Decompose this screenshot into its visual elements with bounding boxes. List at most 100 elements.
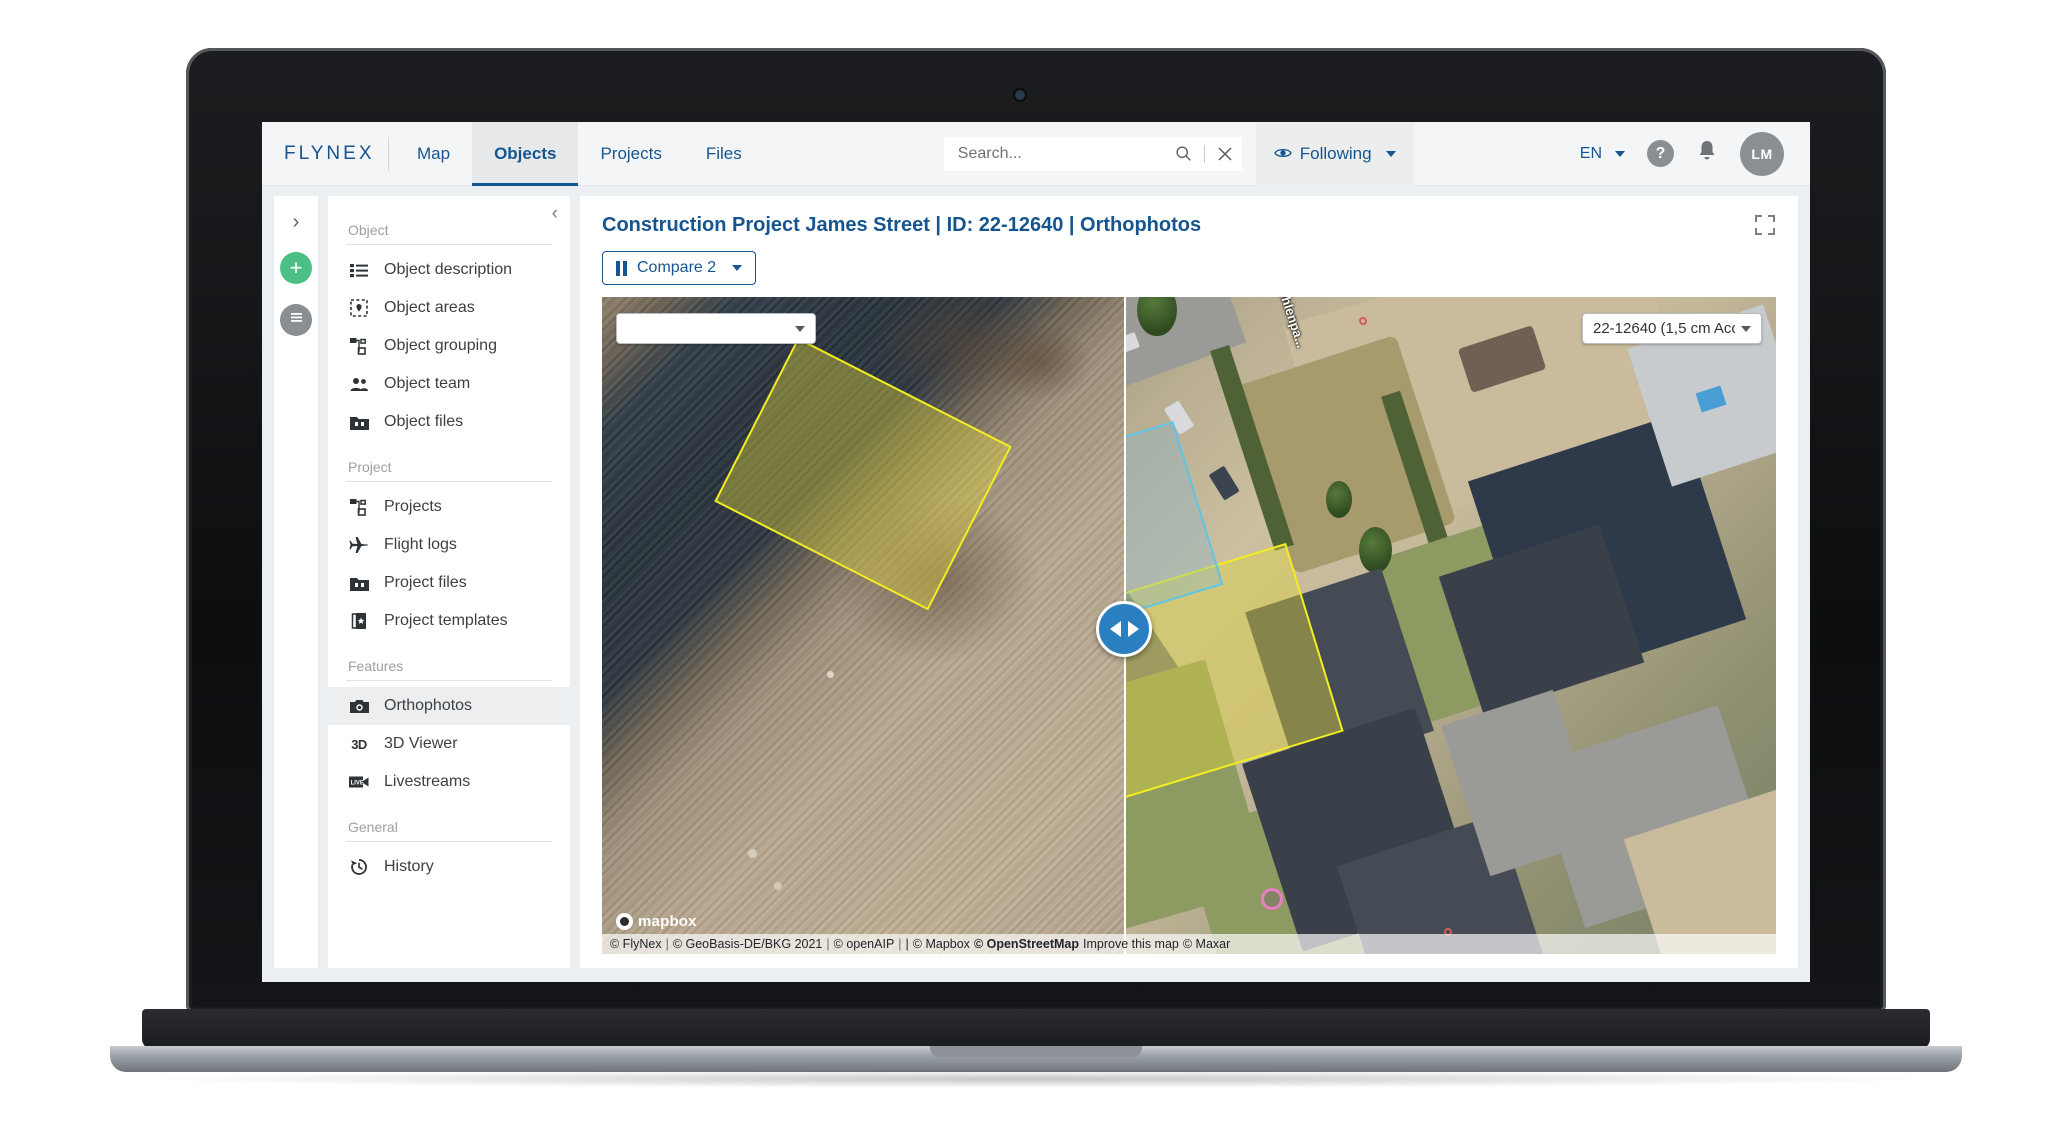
app-body: › + ‹ Object Object description Object a…: [262, 186, 1810, 982]
left-rail: › +: [274, 196, 318, 968]
template-star-icon: [348, 611, 370, 631]
nav-group-rule: [346, 680, 552, 681]
plus-icon: +: [289, 255, 303, 280]
sidebar-item-object-description[interactable]: Object description: [328, 251, 570, 289]
compare-button[interactable]: Compare 2: [602, 251, 757, 285]
attribution-maxar: Improve this map: [1083, 937, 1179, 951]
sidebar-item-3d-viewer[interactable]: 3D 3D Viewer: [328, 725, 570, 763]
nav-group-rule: [346, 244, 552, 245]
search-divider: [1203, 144, 1205, 163]
fullscreen-icon[interactable]: [1754, 214, 1776, 236]
language-label: EN: [1579, 144, 1602, 162]
mapbox-mark-icon: [616, 913, 633, 930]
following-filter[interactable]: Following: [1255, 122, 1414, 186]
sidebar-item-orthophotos[interactable]: Orthophotos: [328, 687, 570, 725]
close-icon[interactable]: [1214, 143, 1236, 165]
orthophoto-compare-map[interactable]: mapbox Mühlenpa... 22-12640 (1,5 cm Ac ©…: [602, 297, 1776, 954]
tab-projects[interactable]: Projects: [578, 122, 683, 186]
hierarchy-icon: [348, 497, 370, 517]
attribution-pipe: |: [665, 937, 669, 951]
folder-icon: [348, 412, 370, 432]
main-nav-tabs: Map Objects Projects Files: [395, 122, 764, 186]
sidebar-item-object-areas[interactable]: Object areas: [328, 289, 570, 327]
laptop-mockup: FLYNEX Map Objects Projects Files Search…: [0, 0, 2052, 1137]
chevron-down-icon: [1385, 150, 1396, 157]
nav-group-title-object: Object: [348, 222, 389, 238]
chevron-left-icon[interactable]: ‹: [552, 204, 558, 223]
right-layer-select[interactable]: 22-12640 (1,5 cm Accur...: [1582, 313, 1762, 344]
sidebar-item-flight-logs[interactable]: Flight logs: [328, 526, 570, 564]
dirt-patch: [988, 323, 1094, 403]
laptop-shadow: [150, 1070, 1920, 1088]
attribution-improve-this-map[interactable]: © OpenStreetMap: [974, 937, 1079, 951]
compare-split-icon: [616, 260, 627, 276]
sidebar-item-history[interactable]: History: [328, 848, 570, 886]
folder-icon: [348, 573, 370, 593]
right-layer-value: 22-12640 (1,5 cm Accur...: [1593, 320, 1735, 337]
search-icon[interactable]: [1173, 143, 1195, 165]
airplane-icon: [348, 535, 370, 555]
compare-button-label: Compare 2: [637, 259, 717, 276]
swipe-left-right-icon: [1109, 620, 1121, 637]
chevron-down-icon: [795, 325, 805, 332]
aerial-imagery-right: Mühlenpa...: [1124, 297, 1776, 954]
following-label: Following: [1299, 143, 1372, 163]
chevron-down-icon: [1615, 150, 1625, 157]
attribution-all-sources[interactable]: © Maxar: [1183, 937, 1230, 951]
camera-icon: [348, 696, 370, 716]
brand-divider: [388, 136, 389, 171]
attribution-geobasis: © GeoBasis-DE/BKG 2021: [672, 937, 823, 951]
sidebar-item-label: History: [384, 858, 434, 875]
avatar[interactable]: LM: [1740, 131, 1784, 176]
language-selector[interactable]: EN: [1580, 145, 1625, 163]
laptop-base: [142, 1009, 1930, 1049]
sidebar-item-label: Object areas: [384, 299, 475, 316]
tree: [1358, 526, 1392, 573]
add-button[interactable]: +: [280, 252, 312, 284]
sidebar-item-label: Project templates: [384, 612, 508, 629]
attribution-osm[interactable]: © Mapbox: [913, 937, 970, 951]
mapbox-logo[interactable]: mapbox: [616, 913, 697, 930]
tab-files[interactable]: Files: [684, 122, 764, 186]
attribution-openaip: © openAIP: [833, 937, 895, 951]
sidebar-item-label: Orthophotos: [384, 697, 473, 714]
nav-group-title-general: General: [348, 819, 398, 835]
left-layer-select[interactable]: [616, 313, 816, 344]
sidebar-item-livestreams[interactable]: LIVE Livestreams: [328, 763, 570, 801]
map-left-pane[interactable]: mapbox: [602, 297, 1125, 954]
tab-map[interactable]: Map: [395, 122, 472, 186]
tab-objects[interactable]: Objects: [472, 122, 579, 186]
list-button[interactable]: [280, 304, 312, 336]
sidebar-item-project-templates[interactable]: Project templates: [328, 602, 570, 640]
history-clock-icon: [348, 857, 370, 877]
map-right-pane[interactable]: Mühlenpa... 22-12640 (1,5 cm Accur...: [1124, 297, 1776, 954]
help-button[interactable]: ?: [1647, 140, 1674, 167]
sidebar-item-project-files[interactable]: Project files: [328, 564, 570, 602]
mapbox-wordmark: mapbox: [638, 913, 697, 930]
sidebar-item-projects[interactable]: Projects: [328, 488, 570, 526]
sidebar-item-label: 3D Viewer: [384, 735, 458, 752]
eye-icon: [1273, 144, 1292, 164]
area-marker-icon: [348, 298, 370, 318]
topbar-right-group: EN ? LM: [1580, 131, 1810, 176]
laptop-notch: [930, 1046, 1142, 1057]
3d-icon: 3D: [351, 736, 367, 752]
screen-viewport: FLYNEX Map Objects Projects Files Search…: [262, 122, 1810, 982]
attribution-mapbox[interactable]: |: [906, 937, 909, 951]
sidebar-item-object-grouping[interactable]: Object grouping: [328, 327, 570, 365]
chevron-right-icon[interactable]: ›: [293, 212, 300, 232]
bell-icon[interactable]: [1696, 139, 1718, 168]
attribution-pipe: |: [898, 937, 902, 951]
sidebar-item-object-team[interactable]: Object team: [328, 365, 570, 403]
sidebar-item-object-files[interactable]: Object files: [328, 403, 570, 441]
compare-swipe-handle[interactable]: [1096, 600, 1153, 657]
avatar-initials: LM: [1751, 145, 1773, 162]
webcam: [1015, 90, 1025, 100]
sidebar-item-label: Flight logs: [384, 536, 457, 553]
list-detail-icon: [348, 260, 370, 280]
flynex-logo[interactable]: FLYNEX: [262, 143, 388, 165]
chevron-down-icon: [1741, 325, 1751, 332]
sidebar-item-label: Object files: [384, 413, 464, 430]
search-input[interactable]: [957, 144, 1173, 163]
nav-group-rule: [346, 481, 552, 482]
